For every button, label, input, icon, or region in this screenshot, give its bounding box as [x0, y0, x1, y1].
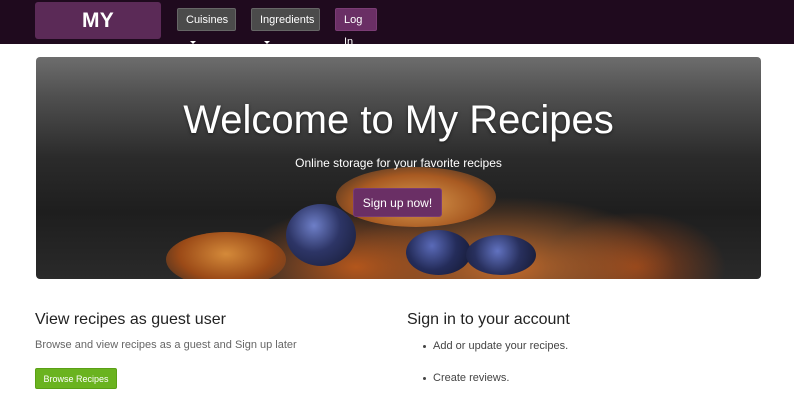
top-navbar: MY RECIPES Cuisines Ingredients Log In: [0, 0, 794, 69]
brand-logo[interactable]: MY RECIPES: [35, 2, 161, 69]
guest-heading: View recipes as guest user: [35, 311, 226, 328]
signin-heading: Sign in to your account: [407, 311, 570, 328]
hero-banner: Welcome to My Recipes Online storage for…: [36, 57, 761, 279]
list-item: Add or update your recipes.: [422, 340, 569, 352]
cuisines-dropdown-button[interactable]: Cuisines: [177, 8, 236, 44]
blueberry-image: [406, 230, 471, 275]
ingredients-dropdown-button[interactable]: Ingredients: [251, 8, 320, 44]
signup-button[interactable]: Sign up now!: [353, 188, 442, 217]
caret-down-icon: [264, 40, 270, 44]
cuisines-label: Cuisines: [186, 14, 229, 26]
pastry-image: [166, 232, 286, 279]
blueberry-image: [466, 235, 536, 275]
guest-description: Browse and view recipes as a guest and S…: [35, 339, 297, 351]
hero-title: Welcome to My Recipes: [183, 98, 614, 142]
list-item: Create reviews.: [422, 372, 510, 384]
ingredients-label: Ingredients: [260, 14, 315, 26]
browse-recipes-button[interactable]: Browse Recipes: [35, 368, 117, 389]
hero-subtitle: Online storage for your favorite recipes: [295, 156, 502, 170]
login-button[interactable]: Log In: [335, 8, 377, 48]
blueberry-image: [286, 204, 356, 266]
caret-down-icon: [190, 40, 196, 44]
